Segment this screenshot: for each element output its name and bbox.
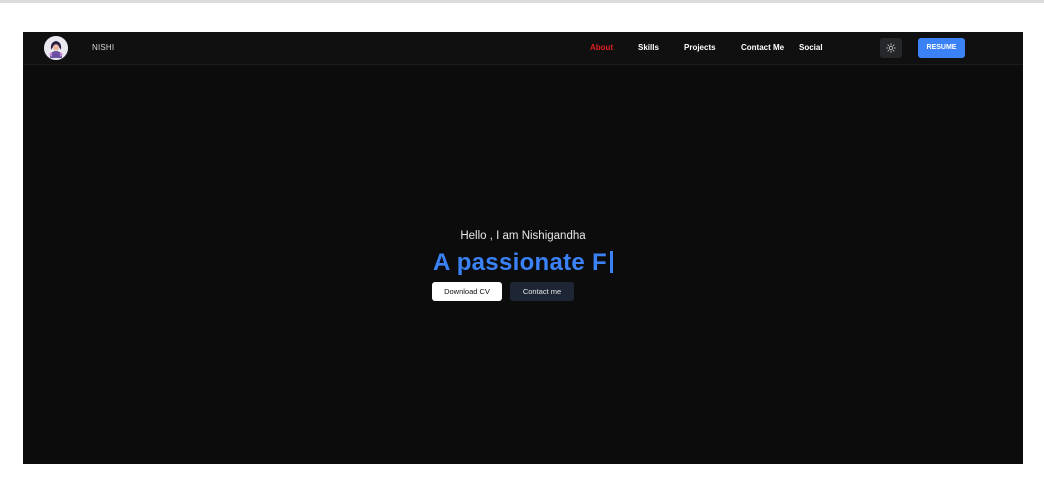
theme-toggle-button[interactable] xyxy=(880,38,902,58)
contact-me-button[interactable]: Contact me xyxy=(510,282,574,301)
typing-cursor xyxy=(610,251,614,273)
top-border xyxy=(0,0,1044,3)
nav-link-contact-me[interactable]: Contact Me xyxy=(741,42,784,54)
nav-link-about[interactable]: About xyxy=(590,42,613,54)
portfolio-viewport: NISHI About Skills Projects Contact Me S… xyxy=(23,32,1023,464)
hero-headline: A passionate F xyxy=(23,248,1023,278)
nav-links: About Skills Projects Contact Me Social xyxy=(23,42,1023,54)
nav-link-skills[interactable]: Skills xyxy=(638,42,659,54)
hero-greeting: Hello , I am Nishigandha xyxy=(460,230,586,242)
hero-headline-text: A passionate F xyxy=(432,249,608,276)
sun-icon xyxy=(886,43,896,53)
navbar: NISHI About Skills Projects Contact Me S… xyxy=(23,32,1023,65)
download-cv-button[interactable]: Download CV xyxy=(432,282,502,301)
resume-button[interactable]: RESUME xyxy=(918,38,965,58)
page-frame: NISHI About Skills Projects Contact Me S… xyxy=(0,0,1044,499)
nav-link-social[interactable]: Social xyxy=(799,42,823,54)
nav-link-projects[interactable]: Projects xyxy=(684,42,716,54)
